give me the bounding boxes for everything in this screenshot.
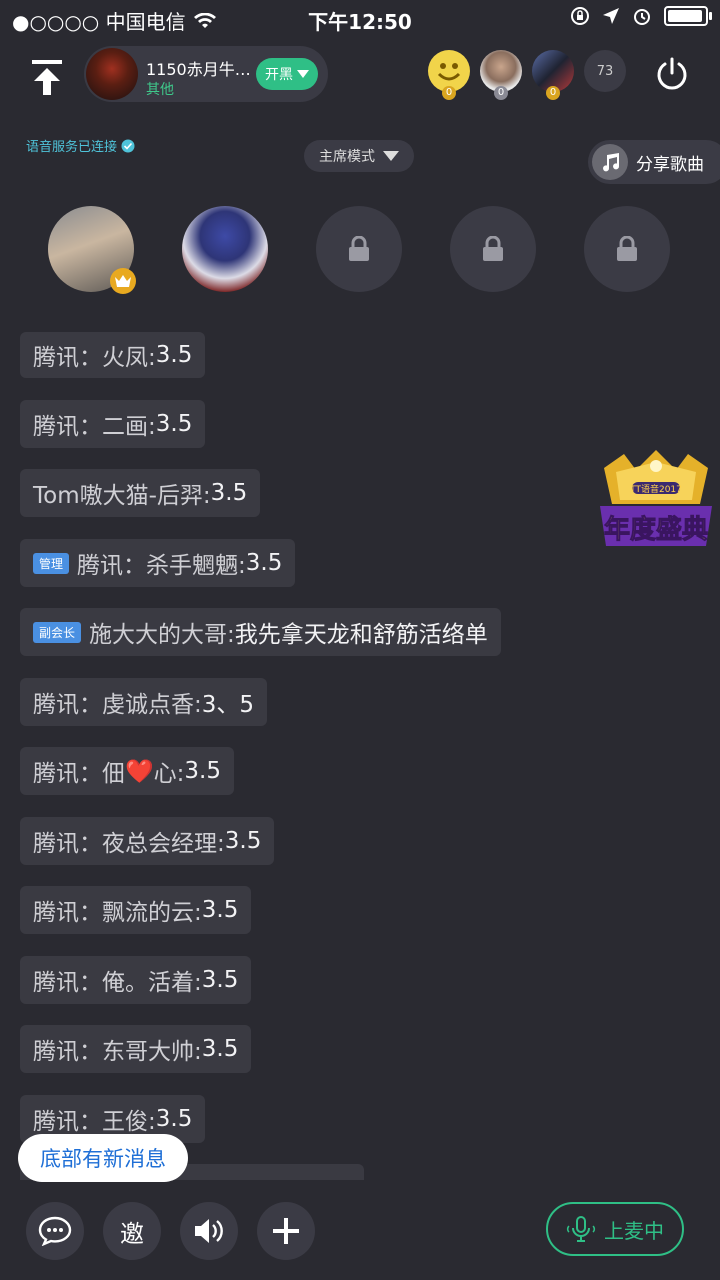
chat-message: 腾讯：东哥大帅: 3.5 [20,1025,252,1073]
check-badge-icon [121,139,135,152]
room-title: 1150赤月牛… [146,60,251,79]
viewer-avatar[interactable]: 0 [428,50,470,100]
message-text: 3.5 [155,411,193,437]
chat-button[interactable] [26,1202,84,1260]
heart-emoji-icon: ❤️ [125,758,154,785]
chat-message: 腾讯：火凤: 3.5 [20,332,206,378]
bottom-toolbar: 邀 上麦中 [0,1196,720,1266]
chat-message: 腾讯：飘流的云: 3.5 [20,886,252,934]
room-category: 其他 [146,82,174,98]
message-nick: 腾讯：夜总会经理: [33,831,225,857]
chat-message: 副会长 施大大的大哥: 我先拿天龙和舒筋活络单 [20,608,501,656]
message-nick: 腾讯：飘流的云: [33,900,202,926]
mic-seat[interactable] [182,206,268,292]
viewer-badge: 0 [494,86,508,100]
crown-icon [110,268,136,294]
power-icon[interactable] [654,56,690,92]
location-arrow-icon [603,8,619,24]
message-nick: 心: [153,761,185,787]
message-text: 3.5 [210,480,248,506]
message-nick: 施大大的大哥: [89,622,235,648]
new-message-indicator[interactable]: 底部有新消息 [18,1134,188,1182]
plus-icon [273,1218,299,1244]
viewer-avatar[interactable]: 0 [532,50,574,100]
room-info[interactable]: 1150赤月牛… 其他 开黑 [84,46,328,102]
speaker-button[interactable] [180,1202,238,1260]
kaihei-label: 开黑 [265,67,293,83]
banner-top-text: TT语音2017 [629,483,682,495]
message-text: 3、5 [201,692,255,718]
chat-message: 管理 腾讯：杀手魍魉: 3.5 [20,539,296,587]
viewer-badge: 0 [546,86,560,100]
message-text: 3.5 [201,1036,239,1062]
lock-icon [483,236,503,261]
role-badge-admin: 管理 [33,552,70,574]
room-header: 1150赤月牛… 其他 开黑 0 0 0 73 [0,40,720,110]
on-mic-label: 上麦中 [604,1218,664,1243]
system-icons [570,6,712,26]
message-text: 我先拿天龙和舒筋活络单 [234,622,488,648]
speaker-icon [195,1219,223,1243]
message-nick: 腾讯：佃 [33,761,125,787]
collapse-up-icon[interactable] [26,56,68,98]
chat-list[interactable]: 腾讯：火凤: 3.5 腾讯：二画: 3.5 Tom嗷大猫-后羿: 3.5 管理 … [20,310,580,1180]
mic-seat-locked[interactable] [584,206,670,292]
mode-selector[interactable]: 主席模式 [304,140,414,172]
caret-down-icon [297,70,309,78]
message-text: 3.5 [245,550,283,576]
lock-icon [349,236,369,261]
mode-label: 主席模式 [319,149,375,165]
caret-down-icon [383,151,399,161]
chat-bubble-icon [38,1216,72,1246]
online-count[interactable]: 73 [584,50,626,92]
message-nick: 腾讯：东哥大帅: [33,1039,202,1065]
chat-message: 腾讯：俺。活着: 3.5 [20,956,252,1004]
battery-icon [664,6,712,26]
message-text: 3.5 [224,828,262,854]
mic-seat-locked[interactable] [450,206,536,292]
mic-seat-locked[interactable] [316,206,402,292]
status-bar: ●○○○○ 中国电信 下午12:50 [0,0,720,36]
chat-message: 腾讯：二画: 3.5 [20,400,206,448]
share-song-button[interactable]: 分享歌曲 [588,140,720,184]
share-song-label: 分享歌曲 [636,154,704,175]
message-nick: 腾讯：杀手魍魉: [77,553,246,579]
message-nick: Tom嗷大猫-后羿: [33,483,211,509]
chat-message: 腾讯：虔诚点香: 3、5 [20,678,268,726]
viewer-avatar[interactable]: 0 [480,50,522,100]
message-nick: 腾讯：俺。活着: [33,970,202,996]
message-nick: 腾讯：二画: [33,414,156,440]
message-text: 3.5 [155,1106,193,1132]
lock-icon [617,236,637,261]
message-text: 3.5 [201,897,239,923]
invite-label: 邀 [120,1219,144,1248]
voice-status-label: 语音服务已连接 [26,140,118,155]
message-nick: 腾讯：虔诚点香: [33,692,202,718]
message-text: 3.5 [201,967,239,993]
chat-message: Tom嗷大猫-后羿: 3.5 [20,469,261,517]
chat-message: 腾讯：夜总会经理: 3.5 [20,817,275,865]
more-button[interactable] [257,1202,315,1260]
banner-main-text: 年度盛典 [604,514,708,545]
alarm-icon [634,9,650,25]
voice-status: 语音服务已连接 [26,136,135,155]
rotation-lock-icon [571,7,589,25]
message-text: 3.5 [184,758,221,784]
role-badge-vice-president: 副会长 [33,621,82,643]
on-mic-button[interactable]: 上麦中 [546,1202,684,1256]
viewer-badge: 0 [442,86,456,100]
message-nick: 腾讯：火凤: [33,345,156,371]
room-avatar [86,48,138,100]
annual-ceremony-banner[interactable]: TT语音2017 年度盛典 [596,448,716,558]
chat-message: 腾讯：佃 ❤️ 心: 3.5 [20,747,234,795]
invite-button[interactable]: 邀 [103,1202,161,1260]
message-nick: 腾讯：王俊: [33,1109,156,1135]
message-text: 3.5 [155,342,193,368]
kaihei-button[interactable]: 开黑 [256,58,318,90]
music-note-icon [592,144,628,180]
microphone-icon [566,1216,596,1242]
